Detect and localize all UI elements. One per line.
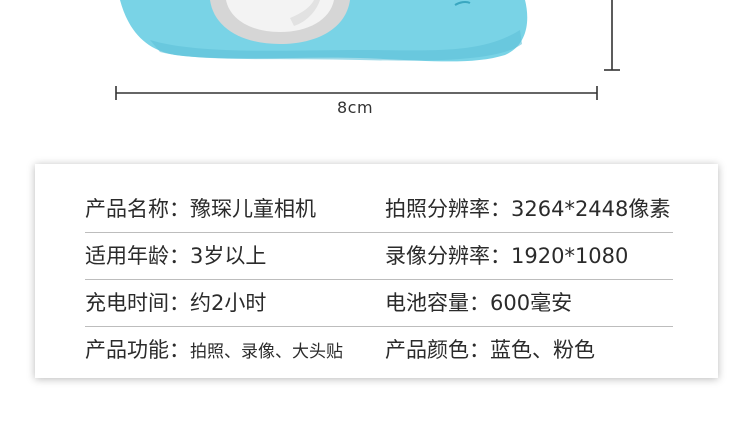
- spec-key: 适用年龄：: [85, 244, 190, 268]
- spec-cell-photo-resolution: 拍照分辨率：3264*2448像素: [385, 186, 670, 233]
- spec-cell-functions: 产品功能：拍照、录像、大头贴: [85, 327, 343, 374]
- spec-key: 录像分辨率：: [385, 244, 511, 268]
- spec-key: 产品功能：: [85, 338, 190, 362]
- spec-value: 3岁以上: [190, 244, 267, 268]
- spec-value: 600毫安: [490, 291, 573, 315]
- spec-key: 充电时间：: [85, 291, 190, 315]
- spec-row: 产品名称：豫琛儿童相机 拍照分辨率：3264*2448像素: [85, 186, 673, 233]
- spec-value: 3264*2448像素: [511, 197, 671, 221]
- product-image-area: 8cm: [0, 0, 750, 130]
- spec-row: 产品功能：拍照、录像、大头贴 产品颜色：蓝色、粉色: [85, 327, 673, 374]
- spec-cell-age: 适用年龄：3岁以上: [85, 233, 266, 280]
- spec-cell-charge-time: 充电时间：约2小时: [85, 280, 266, 327]
- spec-cell-video-resolution: 录像分辨率：1920*1080: [385, 233, 628, 280]
- spec-value: 豫琛儿童相机: [190, 197, 316, 221]
- width-dimension-label: 8cm: [336, 98, 374, 117]
- spec-cell-product-name: 产品名称：豫琛儿童相机: [85, 186, 316, 233]
- spec-row: 充电时间：约2小时 电池容量：600毫安: [85, 280, 673, 327]
- spec-cell-colors: 产品颜色：蓝色、粉色: [385, 327, 595, 374]
- spec-key: 产品名称：: [85, 197, 190, 221]
- spec-key: 拍照分辨率：: [385, 197, 511, 221]
- spec-row: 适用年龄：3岁以上 录像分辨率：1920*1080: [85, 233, 673, 280]
- spec-value: 约2小时: [190, 291, 267, 315]
- spec-value: 1920*1080: [511, 244, 629, 268]
- spec-key: 电池容量：: [385, 291, 490, 315]
- spec-cell-battery: 电池容量：600毫安: [385, 280, 572, 327]
- spec-table-card: 产品名称：豫琛儿童相机 拍照分辨率：3264*2448像素 适用年龄：3岁以上 …: [35, 164, 718, 378]
- spec-key: 产品颜色：: [385, 338, 490, 362]
- spec-value: 拍照、录像、大头贴: [190, 342, 343, 362]
- spec-value: 蓝色、粉色: [490, 338, 595, 362]
